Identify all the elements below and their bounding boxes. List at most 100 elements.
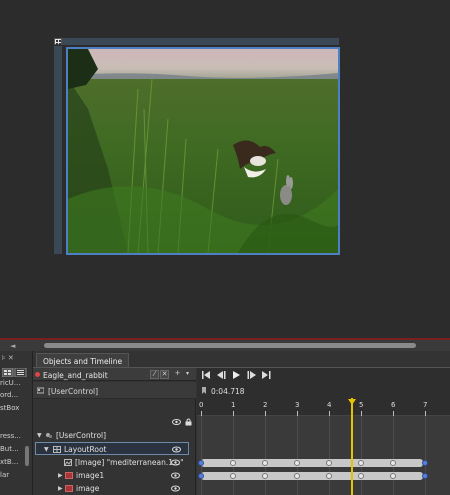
asset-item[interactable]: But... (0, 445, 24, 453)
keyframe[interactable] (262, 473, 268, 479)
grid-line (297, 416, 298, 495)
time-display-row: 0:04.718 (197, 382, 450, 399)
collapse-icon[interactable]: ▼ (44, 446, 49, 453)
keyframe[interactable] (358, 473, 364, 479)
eye-icon[interactable] (171, 459, 180, 466)
keyframe[interactable] (358, 460, 364, 466)
record-keyframe-icon[interactable] (201, 387, 207, 394)
tick-label: 7 (423, 401, 428, 409)
objects-pane: Eagle_and_rabbit ⁄ ✕ + ▾ [UserControl] ▼… (33, 368, 196, 495)
tree-row-background-image[interactable]: [Image] "mediterranean.1..." (33, 456, 196, 469)
go-to-first-frame-icon[interactable] (202, 371, 211, 379)
expand-icon[interactable]: ▶ (58, 485, 63, 492)
grid-line (425, 416, 426, 495)
timeline-tracks[interactable] (197, 416, 450, 495)
storyboard-options-icon[interactable]: ⁄ (150, 370, 159, 379)
record-dot-icon (35, 372, 40, 377)
keyframe[interactable] (390, 460, 396, 466)
tick-label: 0 (199, 401, 204, 409)
asset-item[interactable]: ord... (0, 391, 24, 399)
scope-row[interactable]: [UserControl] (33, 382, 196, 399)
track-image[interactable] (197, 470, 450, 483)
play-icon[interactable] (232, 371, 241, 379)
storyboard-name[interactable]: Eagle_and_rabbit (43, 371, 108, 380)
keyframe[interactable] (326, 460, 332, 466)
visibility-header-icon[interactable] (172, 418, 181, 426)
eye-icon[interactable] (171, 472, 180, 479)
assets-panel: ⊧ ✕ ricU... ord... stBox ress... But... … (0, 351, 33, 495)
grid-line (361, 416, 362, 495)
keyframe[interactable] (326, 473, 332, 479)
horizontal-scrollbar[interactable]: ◄ (0, 340, 450, 351)
grid-ruler-left[interactable] (54, 46, 62, 254)
keyframe[interactable] (198, 473, 204, 479)
layout-root-frame[interactable] (66, 47, 340, 255)
timeline-ruler[interactable]: 0 1 2 3 4 5 6 7 (197, 399, 450, 416)
close-storyboard-icon[interactable]: ✕ (160, 370, 169, 379)
lock-header-icon[interactable] (184, 418, 193, 426)
go-to-last-frame-icon[interactable] (262, 371, 271, 379)
playback-controls (197, 368, 450, 382)
chevron-down-icon[interactable]: ▾ (183, 370, 192, 379)
tree-row-usercontrol[interactable]: ▼ [UserControl] (33, 429, 196, 442)
add-storyboard-icon[interactable]: + (173, 370, 182, 379)
keyframe[interactable] (422, 460, 428, 466)
usercontrol-icon (46, 433, 52, 438)
grid-ruler-top[interactable] (62, 38, 339, 45)
asset-item[interactable]: xtB... (0, 458, 24, 466)
tick-label: 1 (231, 401, 236, 409)
scroll-left-icon[interactable]: ◄ (10, 342, 15, 350)
image-icon (65, 472, 73, 479)
objects-and-timeline-panel: Objects and Timeline Eagle_and_rabbit ⁄ … (33, 351, 450, 495)
previous-frame-icon[interactable] (217, 371, 226, 379)
keyframe[interactable] (262, 460, 268, 466)
pin-icon[interactable]: ⊧ ✕ (2, 354, 14, 362)
asset-item[interactable]: lar (0, 471, 24, 479)
tree-label: image (76, 484, 100, 493)
grid-line (265, 416, 266, 495)
eye-icon[interactable] (171, 485, 180, 492)
collapse-icon[interactable]: ▼ (37, 432, 42, 439)
assets-scrollbar[interactable] (25, 446, 29, 466)
tree-label: image1 (76, 471, 105, 480)
tick-label: 6 (391, 401, 396, 409)
tick-label: 4 (327, 401, 332, 409)
current-time[interactable]: 0:04.718 (211, 387, 245, 396)
tree-row-image1[interactable]: ▶ image1 (33, 469, 196, 482)
tree-label: LayoutRoot (64, 445, 107, 454)
grid-icon (53, 446, 61, 453)
keyframe[interactable] (422, 473, 428, 479)
usercontrol-icon (37, 387, 44, 394)
asset-item[interactable]: stBox (0, 404, 24, 412)
tick-label: 5 (359, 401, 364, 409)
grid-line (233, 416, 234, 495)
design-artboard (0, 0, 450, 338)
eye-icon[interactable] (172, 446, 181, 453)
scroll-thumb[interactable] (44, 343, 416, 348)
view-toggle-icons[interactable] (2, 368, 30, 377)
tree-label: [UserControl] (56, 431, 107, 440)
scope-label: [UserControl] (48, 387, 99, 396)
keyframe[interactable] (230, 460, 236, 466)
keyframe[interactable] (230, 473, 236, 479)
timeline-pane: 0:04.718 0 1 2 3 4 5 6 7 (197, 368, 450, 495)
asset-item[interactable]: ress... (0, 432, 24, 440)
next-frame-icon[interactable] (247, 371, 256, 379)
keyframe[interactable] (390, 473, 396, 479)
tree-row-layoutroot[interactable]: ▼ LayoutRoot (35, 442, 189, 455)
keyframe[interactable] (198, 460, 204, 466)
grid-line (201, 416, 202, 495)
track-image1[interactable] (197, 457, 450, 470)
control-grip-icon[interactable] (54, 38, 62, 45)
keyframe-bar[interactable] (198, 459, 428, 467)
tab-objects-and-timeline[interactable]: Objects and Timeline (36, 353, 130, 367)
tree-row-image[interactable]: ▶ image (33, 482, 196, 495)
tick-label: 2 (263, 401, 268, 409)
expand-icon[interactable]: ▶ (58, 472, 63, 479)
keyframe[interactable] (294, 460, 300, 466)
keyframe-bar[interactable] (198, 472, 428, 480)
keyframe[interactable] (294, 473, 300, 479)
background-image (68, 49, 338, 253)
asset-item[interactable]: ricU... (0, 379, 24, 387)
playhead[interactable] (350, 398, 353, 495)
